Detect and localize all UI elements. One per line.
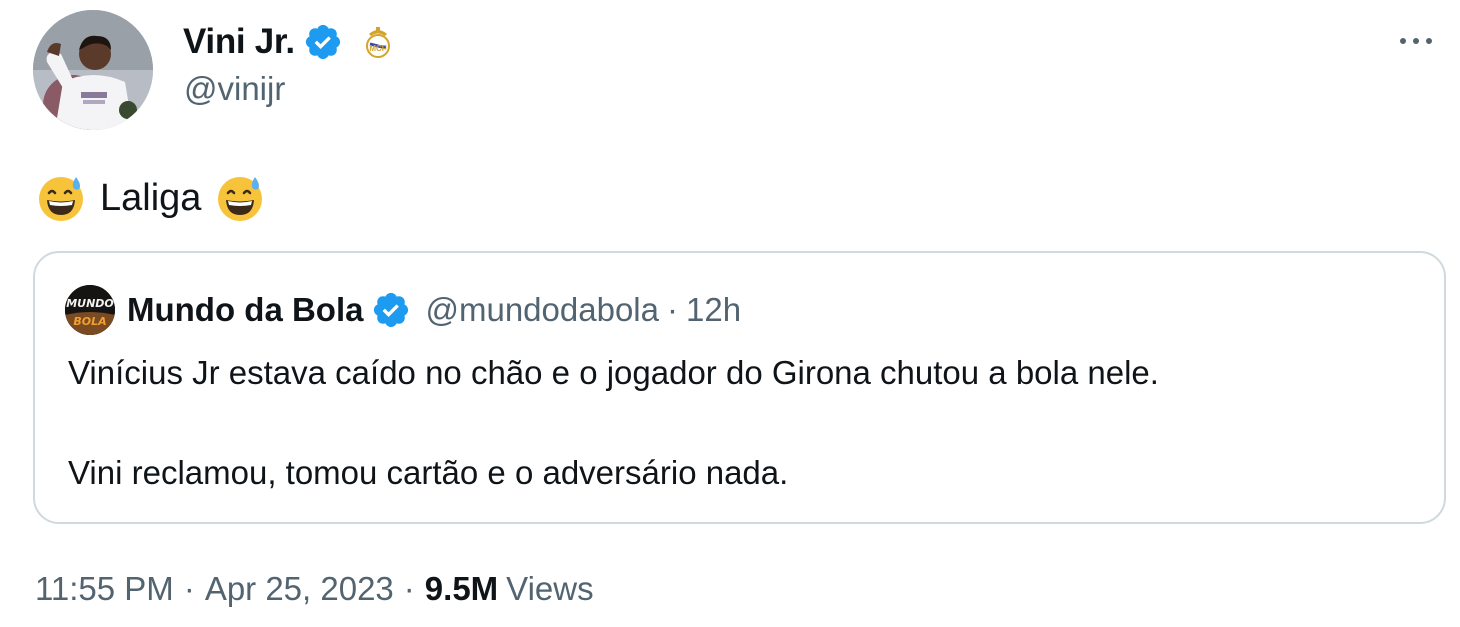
mundo-da-bola-logo-icon: MUNDO BOLA [65,285,115,335]
separator-dot: · [666,291,678,328]
tweet-text: Laliga [36,170,265,226]
quoted-author-avatar[interactable]: MUNDO BOLA [65,285,115,335]
verified-badge-icon [374,292,409,328]
separator-dot: · [183,570,195,607]
author-name[interactable]: Vini Jr. [183,22,295,62]
tweet: Vini Jr. MCF @vinijr Laliga MUNDO BOLA M… [0,0,1460,627]
author-avatar[interactable] [33,10,153,130]
dot [1413,38,1419,44]
svg-text:MUNDO: MUNDO [66,297,114,310]
quoted-tweet[interactable]: MUNDO BOLA Mundo da Bola @mundodabola · … [33,251,1446,524]
dot [1400,38,1406,44]
author-name-row: Vini Jr. MCF [183,18,393,66]
quoted-tweet-text: Vinícius Jr estava caído no chão e o jog… [68,348,1159,498]
dot [1426,38,1432,44]
views-count[interactable]: 9.5M [425,570,498,608]
svg-text:BOLA: BOLA [73,315,106,328]
quoted-author-handle[interactable]: @mundodabola [425,291,659,329]
verified-badge-icon [305,24,340,60]
quoted-author-name[interactable]: Mundo da Bola [127,291,363,329]
quoted-tweet-time[interactable]: 12h [686,291,741,329]
tweet-text-content: Laliga [100,176,202,219]
tweet-meta: 11:55 PM · Apr 25, 2023 · 9.5M Views [35,567,594,611]
grinning-face-with-sweat-icon [39,177,83,221]
author-avatar-image [33,10,153,130]
quoted-tweet-paragraph: Vinícius Jr estava caído no chão e o jog… [68,354,1159,391]
quoted-tweet-paragraph: Vini reclamou, tomou cartão e o adversár… [68,454,789,491]
grinning-face-with-sweat-icon [218,177,263,221]
svg-text:MCF: MCF [369,44,386,53]
quoted-tweet-header: MUNDO BOLA Mundo da Bola @mundodabola · … [65,285,741,335]
real-madrid-crest-icon: MCF [365,27,390,58]
tweet-date[interactable]: Apr 25, 2023 [205,570,394,608]
more-options-icon[interactable] [1394,26,1438,56]
views-label: Views [506,570,594,607]
tweet-time[interactable]: 11:55 PM [35,570,174,608]
author-handle[interactable]: @vinijr [184,70,285,108]
separator-dot: · [403,570,415,607]
